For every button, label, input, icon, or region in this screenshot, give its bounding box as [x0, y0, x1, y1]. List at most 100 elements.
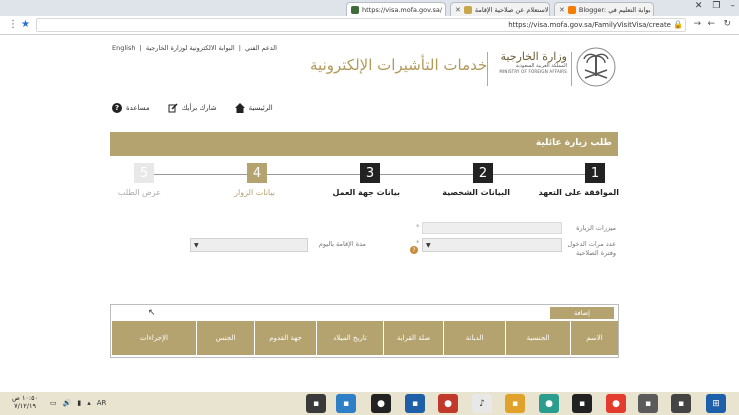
table-header-row: الاسم الجنسية الديانة صلة القرابة تاريخ … [111, 321, 618, 355]
clock-date: ٧/١٢/١٩ [14, 402, 36, 410]
home-link[interactable]: الرئيسية [234, 103, 273, 113]
language-indicator[interactable]: AR [97, 399, 107, 407]
tab-residence-check[interactable]: ✕ الاستعلام عن صلاحية الإقامة [450, 2, 550, 16]
tab-label: الاستعلام عن صلاحية الإقامة [474, 5, 550, 14]
column-header: صلة القرابة [383, 321, 443, 355]
help-link[interactable]: ? مساعدة [112, 103, 150, 113]
ministry-name-ar: وزارة الخارجية [500, 50, 567, 63]
os-taskbar: ١٠:٥٠ ص ٧/١٢/١٩ ▭ 🔊 ▮ ▴ AR ▪ ▪ ● ▪ ● ♪ ▪… [0, 392, 739, 415]
visits-input[interactable] [422, 222, 562, 234]
edit-icon [168, 103, 178, 113]
tech-support-link[interactable]: الدعم الفني [245, 44, 277, 52]
step-3-badge: 3 [360, 163, 380, 183]
browser-menu-icon[interactable]: ⋮ [8, 19, 18, 30]
window-controls: ✕ ❐ – [695, 1, 735, 11]
info-icon[interactable]: ? [410, 246, 418, 254]
column-header: تاريخ الميلاد [316, 321, 383, 355]
start-button-icon[interactable]: ⊞ [706, 394, 726, 413]
taskbar-app-icon[interactable]: ♪ [472, 394, 492, 413]
home-icon [234, 103, 245, 113]
close-tab-icon[interactable]: ✕ [455, 6, 461, 14]
top-links: English | الدعم الفني | البوابة الالكترو… [112, 44, 277, 52]
network-icon[interactable]: ▮ [77, 399, 81, 407]
browser-tab-strip: https://visa.mofa.gov.sa/ ✕ ✕ الاستعلام … [0, 0, 739, 16]
tray-arrow-icon[interactable]: ▴ [87, 399, 91, 407]
ministry-logo-text: وزارة الخارجية المملكة العربية السعودية … [497, 50, 567, 74]
forward-icon[interactable]: → [693, 19, 701, 29]
home-label: الرئيسية [248, 104, 273, 112]
taskbar-app-icon[interactable]: ● [371, 394, 391, 413]
site-favicon-icon [463, 5, 472, 14]
ministry-name-en: MINISTRY OF FOREIGN AFFAIRS [499, 69, 567, 74]
notifications-icon[interactable]: ▭ [50, 399, 57, 407]
step-3-label: بيانات جهة العمل [332, 188, 400, 197]
tab-label: https://visa.mofa.gov.sa/ [362, 5, 443, 14]
tab-blogger[interactable]: ✕ Blogger: بوابة التعليم في [554, 2, 654, 16]
taskbar-app-icon[interactable]: ● [539, 394, 559, 413]
column-header: جهة القدوم [254, 321, 316, 355]
volume-icon[interactable]: 🔊 [63, 399, 72, 407]
taskbar-app-icon[interactable]: ▪ [405, 394, 425, 413]
chrome-taskbar-icon[interactable]: ● [606, 394, 626, 413]
minimize-window-icon[interactable]: – [731, 1, 736, 11]
back-icon[interactable]: ← [707, 19, 715, 29]
site-favicon-icon [351, 5, 359, 14]
address-bar-row: ⋮ ★ https://visa.mofa.gov.sa/FamilyVisit… [0, 16, 739, 35]
feedback-link[interactable]: شارك برأيك [168, 103, 217, 113]
step-4-badge: 4 [247, 163, 267, 183]
entries-label: عدد مرات الدخول وفترة الصلاحية [567, 240, 616, 257]
help-icon: ? [112, 103, 122, 113]
duration-select[interactable]: ▼ [190, 238, 308, 252]
taskbar-app-icon[interactable]: ▪ [505, 394, 525, 413]
site-title: خدمات التأشيرات الإلكترونية [310, 56, 488, 74]
help-label: مساعدة [126, 104, 150, 112]
form-title: طلب زيارة عائلية [535, 138, 612, 148]
required-mark: * [416, 223, 420, 231]
tab-visa-mofa[interactable]: https://visa.mofa.gov.sa/ ✕ [346, 2, 446, 16]
taskbar-app-icon[interactable]: ▪ [306, 394, 326, 413]
bookmark-star-icon[interactable]: ★ [21, 19, 30, 30]
system-tray: ▭ 🔊 ▮ ▴ AR [50, 399, 106, 407]
column-header: الجنس [196, 321, 254, 355]
visits-label: ميزرات الزيارة [576, 224, 616, 232]
mouse-cursor-icon: ↖ [148, 308, 156, 318]
system-clock[interactable]: ١٠:٥٠ ص ٧/١٢/١٩ [12, 394, 38, 410]
header-divider [571, 52, 572, 86]
step-1-label: الموافقة على التعهد [538, 188, 619, 197]
taskbar-app-icon[interactable]: ▪ [671, 394, 691, 413]
address-bar[interactable]: https://visa.mofa.gov.sa/FamilyVisitVisa… [36, 18, 686, 32]
english-link[interactable]: English [112, 44, 135, 52]
step-4-label: بيانات الزوار [234, 188, 275, 197]
close-tab-icon[interactable]: ✕ [445, 6, 446, 14]
required-mark: * [416, 239, 420, 247]
entries-select[interactable]: ▼ [422, 238, 562, 252]
reload-icon[interactable]: ↻ [723, 19, 731, 29]
column-header: الديانة [443, 321, 505, 355]
feedback-label: شارك برأيك [181, 104, 217, 112]
chevron-down-icon: ▼ [426, 242, 431, 249]
add-visitor-button[interactable]: إضافة [550, 307, 614, 319]
close-window-icon[interactable]: ✕ [695, 1, 703, 11]
form-title-bar: طلب زيارة عائلية [110, 132, 618, 156]
step-5-label: عرض الطلب [117, 188, 161, 197]
taskbar-app-icon[interactable]: ▪ [638, 394, 658, 413]
taskbar-app-icon[interactable]: ● [438, 394, 458, 413]
url-text[interactable]: https://visa.mofa.gov.sa/FamilyVisitVisa… [508, 21, 671, 29]
mofa-portal-link[interactable]: البوابة الالكترونية لوزارة الخارجية [146, 44, 235, 52]
step-5-badge: 5 [134, 163, 154, 183]
column-header: الإجراءات [111, 321, 196, 355]
taskbar-app-icon[interactable]: ▪ [572, 394, 592, 413]
clock-time: ١٠:٥٠ ص [12, 394, 39, 402]
close-tab-icon[interactable]: ✕ [559, 6, 565, 14]
visitors-table: إضافة الاسم الجنسية الديانة صلة القرابة … [110, 304, 619, 358]
column-header: الاسم [570, 321, 618, 355]
step-2-badge: 2 [473, 163, 493, 183]
maximize-window-icon[interactable]: ❐ [712, 1, 720, 11]
blogger-favicon-icon [567, 5, 576, 14]
tab-label: Blogger: بوابة التعليم في [578, 5, 651, 14]
step-2-label: البيانات الشخصية [442, 188, 510, 197]
taskbar-app-icon[interactable]: ▪ [336, 394, 356, 413]
step-1-badge: 1 [585, 163, 605, 183]
duration-label: مدة الإقامة باليوم [318, 240, 366, 248]
saudi-emblem-icon [576, 47, 616, 87]
